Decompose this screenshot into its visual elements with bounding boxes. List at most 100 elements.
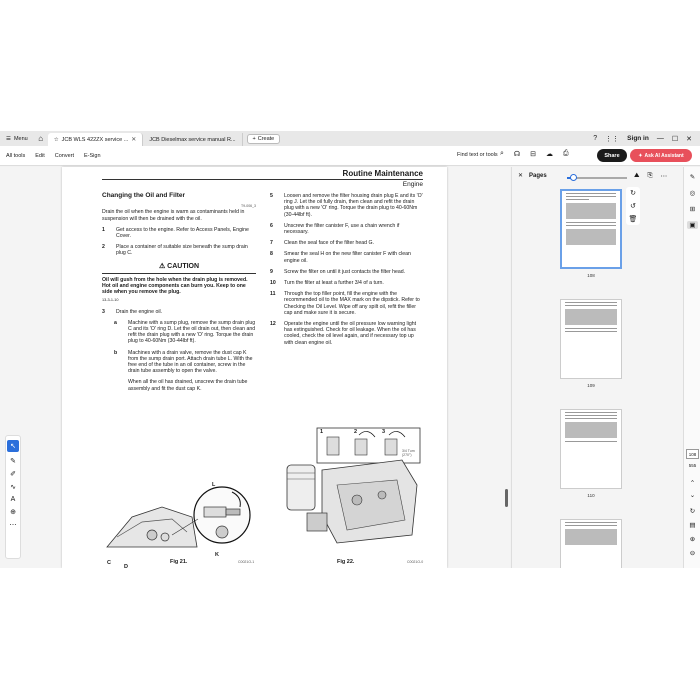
current-page-field[interactable]: 108 xyxy=(686,449,699,459)
step-3b: b Machines with a drain valve, remove th… xyxy=(102,350,256,375)
rotate-clockwise-icon[interactable]: ↻ xyxy=(630,189,636,197)
chevron-down-icon[interactable]: ⌄ xyxy=(687,491,698,499)
step-number: 12 xyxy=(270,321,276,328)
esign-menu[interactable]: E-Sign xyxy=(84,153,101,159)
page-thumbnail[interactable] xyxy=(560,409,622,489)
tab-document-1[interactable]: ☆ JCB WLS 422ZX service ... ✕ xyxy=(47,133,144,146)
star-icon[interactable]: ☆ xyxy=(54,137,59,143)
sparkle-icon: ✦ xyxy=(638,152,643,159)
page-thumbnail[interactable] xyxy=(560,299,622,379)
close-window-icon[interactable]: ✕ xyxy=(686,135,692,143)
plus-icon: + xyxy=(252,135,256,142)
acrobat-window: ☰ Menu ⌂ ☆ JCB WLS 422ZX service ... ✕ J… xyxy=(0,131,700,568)
help-icon[interactable]: ? xyxy=(593,135,597,142)
all-tools-menu[interactable]: All tools xyxy=(6,153,25,159)
ai-icon[interactable]: ◎ xyxy=(687,189,698,197)
document-icon[interactable]: ▤ xyxy=(687,521,698,529)
step-text: Drain the engine oil. xyxy=(116,308,163,315)
find-text-button[interactable]: Find text or tools xyxy=(457,152,498,158)
tab-document-2[interactable]: JCB Dieselmax service manual R... xyxy=(143,133,243,146)
zoom-icon[interactable]: ⛰ xyxy=(634,172,639,180)
fig21-code: C0021O-1 xyxy=(238,560,255,564)
pages-icon[interactable]: ▣ xyxy=(687,221,698,229)
page-thumbnail[interactable] xyxy=(560,519,622,568)
highlight-icon[interactable]: ✐ xyxy=(10,470,16,478)
text-icon[interactable]: A xyxy=(11,496,16,503)
bookmark-icon[interactable]: ⊞ xyxy=(687,205,698,213)
page-header-subtitle: Engine xyxy=(402,181,423,188)
step-3-note: When all the oil has drained, unscrew th… xyxy=(102,379,256,391)
zoom-in-icon[interactable]: ⊕ xyxy=(687,535,698,543)
close-panel-icon[interactable]: ✕ xyxy=(518,172,523,179)
read-aloud-icon[interactable]: ☊ xyxy=(514,150,520,158)
apps-icon[interactable]: ⋮⋮ xyxy=(605,135,619,143)
sign-in-button[interactable]: Sign in xyxy=(627,135,649,142)
draw-icon[interactable]: ∿ xyxy=(10,483,16,491)
options-icon[interactable]: ⋯ xyxy=(661,172,668,180)
refresh-icon[interactable]: ↻ xyxy=(687,507,698,515)
step-text: Operate the engine until the oil pressur… xyxy=(284,321,417,346)
page-header-title: Routine Maintenance xyxy=(342,169,423,178)
edit-menu[interactable]: Edit xyxy=(35,153,44,159)
stamp-icon[interactable]: ⊕ xyxy=(10,508,16,516)
step-9: 9 Screw the filter on until it just cont… xyxy=(270,269,424,275)
select-icon[interactable]: ↖ xyxy=(7,440,19,452)
scroll-handle[interactable] xyxy=(505,489,508,507)
caution-ref: 13-3-1-10 xyxy=(102,298,119,303)
window-controls: ? ⋮⋮ Sign in — ☐ ✕ xyxy=(593,131,700,146)
home-icon[interactable]: ⌂ xyxy=(34,134,48,143)
rotate-counterclockwise-icon[interactable]: ↺ xyxy=(630,202,636,210)
callout-label: L xyxy=(212,482,216,488)
step-text: Clean the seal face of the filter head G… xyxy=(284,240,374,247)
step-text: Through the top filler point, fill the e… xyxy=(284,291,420,316)
minimize-icon[interactable]: — xyxy=(657,135,664,142)
step-1: 1 Get access to the engine. Refer to Acc… xyxy=(102,227,256,239)
save-icon[interactable]: ⊟ xyxy=(530,150,536,158)
more-icon[interactable]: ⋯ xyxy=(10,521,17,529)
step-text: Machines with a drain valve, remove the … xyxy=(128,349,253,375)
create-button[interactable]: + Create xyxy=(246,133,281,144)
step-11: 11 Through the top filler point, fill th… xyxy=(270,291,424,316)
tab-label: JCB Dieselmax service manual R... xyxy=(149,136,236,143)
step-number: 7 xyxy=(270,240,273,247)
caution-title: CAUTION xyxy=(167,262,200,270)
create-label: Create xyxy=(257,135,275,142)
ai-assistant-button[interactable]: ✦ Ask AI Assistant xyxy=(630,149,692,162)
comment-icon[interactable]: ✎ xyxy=(10,457,16,465)
thumbnail-zoom-slider[interactable] xyxy=(567,174,627,181)
edit-icon[interactable]: ✎ xyxy=(687,173,698,181)
print-icon[interactable]: ⎙ xyxy=(563,150,569,158)
menu-button[interactable]: ☰ Menu xyxy=(0,131,34,146)
insert-icon[interactable]: ⎘ xyxy=(647,172,652,180)
share-button[interactable]: Share xyxy=(597,149,627,162)
inset-text: 3/4 Turn (270°) xyxy=(402,449,415,457)
step-number: 2 xyxy=(102,244,105,251)
callout-label: C xyxy=(107,560,111,566)
search-icon[interactable]: ⌕ xyxy=(500,150,504,158)
callout-label: 3 xyxy=(382,429,386,435)
callout-label: K xyxy=(215,552,219,558)
left-column: Changing the Oil and Filter T9-006_3 Dra… xyxy=(102,192,256,397)
step-number: 3 xyxy=(102,308,105,315)
page-thumbnail[interactable] xyxy=(560,189,622,269)
menu-label: Menu xyxy=(13,135,28,142)
delete-icon[interactable]: 🗑 xyxy=(629,215,638,223)
document-viewport[interactable]: Routine Maintenance Engine Changing the … xyxy=(0,167,510,568)
fig21-label: Fig 21. xyxy=(170,559,188,565)
upload-icon[interactable]: ☁ xyxy=(546,150,553,158)
step-5: 5 Loosen and remove the filter housing d… xyxy=(270,193,424,218)
step-10: 10 Turn the filter at least a further 3/… xyxy=(270,280,424,286)
maximize-icon[interactable]: ☐ xyxy=(672,135,678,143)
page-thumbnail-number: 110 xyxy=(587,493,595,498)
step-text: When all the oil has drained, unscrew th… xyxy=(128,379,248,392)
section-title: Changing the Oil and Filter xyxy=(102,192,186,199)
convert-menu[interactable]: Convert xyxy=(55,153,74,159)
intro-paragraph: Drain the oil when the engine is warm as… xyxy=(102,209,245,222)
page-tools: ↻ ↺ 🗑 xyxy=(626,187,640,225)
close-tab-icon[interactable]: ✕ xyxy=(131,136,136,143)
step-text: Get access to the engine. Refer to Acces… xyxy=(116,226,249,240)
slider-knob[interactable] xyxy=(570,174,577,181)
zoom-out-icon[interactable]: ⊖ xyxy=(687,549,698,557)
chevron-up-icon[interactable]: ⌃ xyxy=(687,479,698,487)
pages-title: Pages xyxy=(529,172,547,179)
